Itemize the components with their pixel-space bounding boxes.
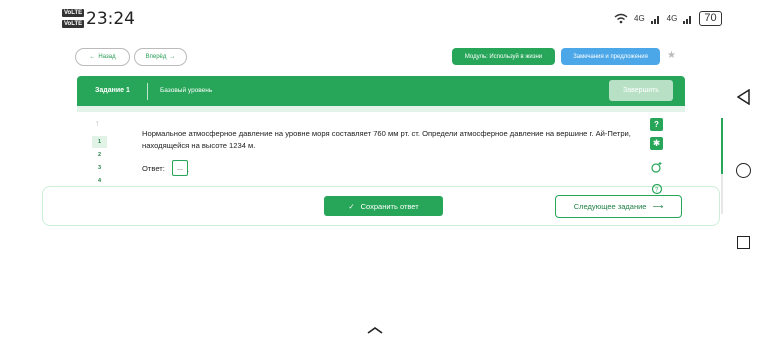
help-icon[interactable]: ? [650,118,663,131]
back-button[interactable]: ← Назад [75,48,130,66]
save-answer-button[interactable]: ✓ Сохранить ответ [324,196,443,216]
arrow-up-icon[interactable]: ↑ [95,118,100,128]
wifi-icon [614,13,628,24]
next-task-label: Следующее задание [573,202,647,211]
task-header: Задание 1 Базовый уровень Завершить [77,76,685,106]
question-nav-item[interactable]: 1 [92,136,107,148]
checkmark-icon: ✓ [348,201,355,211]
forward-button[interactable]: Вперёд → [134,48,187,66]
clock: 23:24 [86,9,135,29]
arrow-right-icon: → [169,54,176,60]
question-nav-item[interactable]: 2 [92,149,107,161]
back-button-label: Назад [98,54,116,60]
answer-suffix: . [187,167,189,174]
signal-icon [650,15,659,24]
recents-square-icon[interactable] [737,236,750,249]
module-button-label: Модуль: Используй в жизни [464,53,543,60]
battery-icon: 70 [699,11,722,26]
sim1-indicator: VoLTE [62,9,85,17]
answer-input[interactable]: ... [172,160,188,176]
network2-label: 4G [666,14,678,23]
divider [147,83,148,100]
signal-icon [683,15,692,24]
notes-button-label: Замечания и предложения [573,53,648,60]
status-bar: VoLTE VoLTE 23:24 4G 4G 70 [0,0,723,38]
notes-button[interactable]: Замечания и предложения [561,48,660,65]
module-button[interactable]: Модуль: Используй в жизни [452,48,555,65]
hint-icon[interactable] [650,160,663,173]
forward-button-label: Вперёд [145,54,167,60]
chevron-up-icon[interactable] [367,326,383,334]
svg-text:?: ? [655,187,659,193]
task-level: Базовый уровень [160,87,213,94]
scrollbar-thumb[interactable] [721,118,723,174]
next-task-button[interactable]: Следующее задание ⟶ [555,195,682,218]
header-shadow [77,106,685,112]
save-answer-label: Сохранить ответ [360,201,419,211]
sim2-indicator: VoLTE [62,20,85,28]
task-title: Задание 1 [95,87,130,94]
question-nav-item[interactable]: 3 [92,162,107,174]
star-icon[interactable]: ★ [667,50,676,61]
back-triangle-icon[interactable] [737,89,750,105]
arrow-left-icon: ← [89,54,96,60]
finish-button-label: Завершить [623,87,659,94]
network1-label: 4G [634,14,645,23]
finish-button[interactable]: Завершить [609,80,673,101]
home-circle-icon[interactable] [736,163,751,178]
hint-icon[interactable]: ? [650,182,663,195]
settings-icon[interactable]: ✱ [650,137,663,150]
answer-label: Ответ: [142,164,165,173]
arrow-right-icon: ⟶ [652,202,664,211]
question-text: Нормальное атмосферное давление на уровн… [142,129,631,150]
